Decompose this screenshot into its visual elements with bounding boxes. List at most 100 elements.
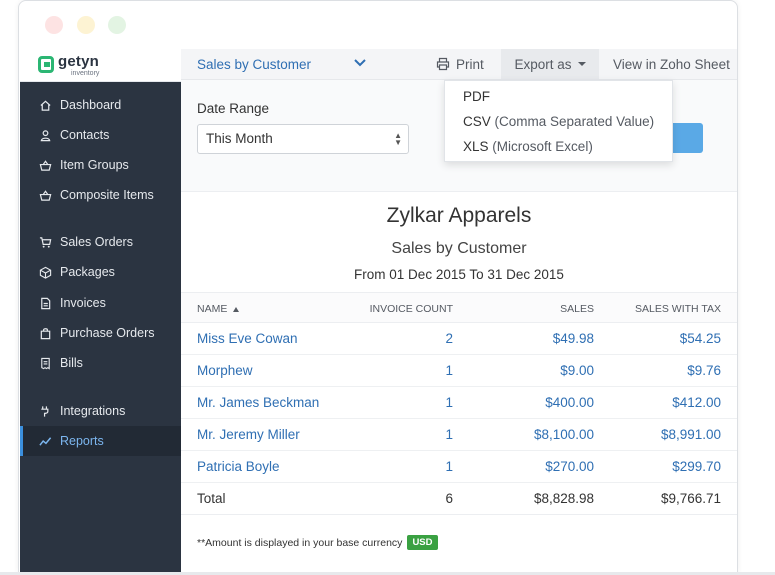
sort-ascending-icon <box>233 306 240 312</box>
sidebar-item-sales-orders[interactable]: Sales Orders <box>20 227 181 257</box>
sales-link[interactable]: $8,100.00 <box>534 427 594 442</box>
sales-link[interactable]: $9.00 <box>560 363 594 378</box>
sidebar-item-packages[interactable]: Packages <box>20 257 181 287</box>
export-format: CSV <box>463 114 491 129</box>
export-menu: PDF CSV (Comma Separated Value) XLS (Mic… <box>444 80 673 162</box>
sidebar-item-label: Sales Orders <box>60 235 133 249</box>
sidebar-item-label: Item Groups <box>60 158 129 172</box>
table-row: Morphew 1 $9.00 $9.76 <box>181 355 737 387</box>
customer-name-link[interactable]: Mr. James Beckman <box>197 395 319 410</box>
export-format: PDF <box>463 89 490 104</box>
maximize-window-dot[interactable] <box>108 16 126 34</box>
invoice-count-link[interactable]: 1 <box>445 363 453 378</box>
sidebar-item-purchase-orders[interactable]: Purchase Orders <box>20 318 181 348</box>
column-header-invoice-count[interactable]: Invoice Count <box>370 303 453 315</box>
footnote-text: **Amount is displayed in your base curre… <box>197 536 403 549</box>
sales-with-tax-link[interactable]: $54.25 <box>680 331 721 346</box>
sales-link[interactable]: $49.98 <box>553 331 594 346</box>
table-row: Mr. Jeremy Miller 1 $8,100.00 $8,991.00 <box>181 419 737 451</box>
sidebar-item-contacts[interactable]: Contacts <box>20 120 181 150</box>
table-row: Mr. James Beckman 1 $400.00 $412.00 <box>181 387 737 419</box>
invoice-count-link[interactable]: 1 <box>445 427 453 442</box>
invoice-count-link[interactable]: 2 <box>445 331 453 346</box>
date-range-label: Date Range <box>197 101 270 116</box>
chart-icon <box>38 434 52 448</box>
basket-icon <box>38 188 52 202</box>
table-total-row: Total 6 $8,828.98 $9,766.71 <box>181 483 737 515</box>
sidebar-item-invoices[interactable]: Invoices <box>20 288 181 318</box>
plug-icon <box>38 404 52 418</box>
total-sales: $8,828.98 <box>533 491 594 506</box>
bill-icon <box>38 356 52 370</box>
print-button[interactable]: Print <box>436 49 484 79</box>
export-pdf-item[interactable]: PDF <box>463 89 490 104</box>
total-sales-with-tax: $9,766.71 <box>660 491 721 506</box>
table-row: Miss Eve Cowan 2 $49.98 $54.25 <box>181 323 737 355</box>
cart-icon <box>38 235 52 249</box>
table-header: Name Invoice Count Sales Sales With Tax <box>181 292 737 323</box>
sidebar-item-label: Contacts <box>60 128 110 142</box>
export-description: (Comma Separated Value) <box>494 114 655 129</box>
column-header-sales[interactable]: Sales <box>560 303 594 315</box>
home-icon <box>38 98 52 112</box>
export-label: Export as <box>514 56 572 72</box>
logo-icon <box>38 56 54 73</box>
sidebar-item-dashboard[interactable]: Dashboard <box>20 90 181 120</box>
report-toolbar: Sales by Customer Print Export as View i… <box>181 49 737 80</box>
minimize-window-dot[interactable] <box>77 16 95 34</box>
report-title: Sales by Customer <box>391 240 527 257</box>
sales-with-tax-link[interactable]: $299.70 <box>672 459 721 474</box>
export-as-button[interactable]: Export as <box>501 49 599 79</box>
customer-name-link[interactable]: Morphew <box>197 363 253 378</box>
report-type-select[interactable]: Sales by Customer <box>197 57 311 72</box>
sidebar-item-label: Packages <box>60 265 115 279</box>
sidebar-item-label: Purchase Orders <box>60 326 155 340</box>
sidebar-item-reports[interactable]: Reports <box>20 426 181 456</box>
sidebar-item-integrations[interactable]: Integrations <box>20 396 181 426</box>
export-description: (Microsoft Excel) <box>492 139 593 154</box>
chevron-down-icon[interactable] <box>353 57 367 69</box>
customer-name-link[interactable]: Miss Eve Cowan <box>197 331 298 346</box>
print-label: Print <box>456 56 484 72</box>
sidebar-item-bills[interactable]: Bills <box>20 348 181 378</box>
invoice-count-link[interactable]: 1 <box>445 459 453 474</box>
currency-badge: USD <box>407 535 438 550</box>
company-name: Zylkar Apparels <box>386 204 532 227</box>
table-row: Patricia Boyle 1 $270.00 $299.70 <box>181 451 737 483</box>
total-invoice-count: 6 <box>445 491 453 506</box>
close-window-dot[interactable] <box>45 16 63 34</box>
sidebar-item-item-groups[interactable]: Item Groups <box>20 150 181 180</box>
customer-name-link[interactable]: Mr. Jeremy Miller <box>197 427 300 442</box>
sidebar-item-composite-items[interactable]: Composite Items <box>20 180 181 210</box>
export-xls-item[interactable]: XLS (Microsoft Excel) <box>463 139 593 154</box>
date-range-value: This Month <box>206 131 273 146</box>
caret-down-icon <box>577 62 586 66</box>
window-titlebar <box>19 1 737 49</box>
document-icon <box>38 296 52 310</box>
sales-with-tax-link[interactable]: $9.76 <box>687 363 721 378</box>
date-range-select[interactable]: This Month ▲ ▼ <box>197 124 409 154</box>
report-period: From 01 Dec 2015 To 31 Dec 2015 <box>354 267 564 282</box>
column-header-name[interactable]: Name <box>197 303 240 315</box>
sales-with-tax-link[interactable]: $412.00 <box>672 395 721 410</box>
sidebar-item-label: Integrations <box>60 404 126 418</box>
sidebar-item-label: Composite Items <box>60 188 154 202</box>
sales-with-tax-link[interactable]: $8,991.00 <box>661 427 721 442</box>
sales-link[interactable]: $270.00 <box>545 459 594 474</box>
brand-sub: inventory <box>71 70 100 77</box>
export-csv-item[interactable]: CSV (Comma Separated Value) <box>463 114 654 129</box>
sidebar-item-label: Reports <box>60 434 104 448</box>
brand-logo[interactable]: getyn inventory <box>20 49 181 82</box>
invoice-count-link[interactable]: 1 <box>445 395 453 410</box>
column-header-sales-with-tax[interactable]: Sales With Tax <box>635 303 721 315</box>
view-in-zoho-sheet-button[interactable]: View in Zoho Sheet <box>613 49 730 79</box>
sidebar-item-label: Dashboard <box>60 98 122 112</box>
customer-name-link[interactable]: Patricia Boyle <box>197 459 280 474</box>
sidebar-item-label: Invoices <box>60 296 106 310</box>
export-format: XLS <box>463 139 489 154</box>
bag-icon <box>38 326 52 340</box>
sales-link[interactable]: $400.00 <box>545 395 594 410</box>
sidebar-item-label: Bills <box>60 356 83 370</box>
user-icon <box>38 128 52 142</box>
sidebar: getyn inventory Dashboard Contacts Item … <box>20 49 181 575</box>
